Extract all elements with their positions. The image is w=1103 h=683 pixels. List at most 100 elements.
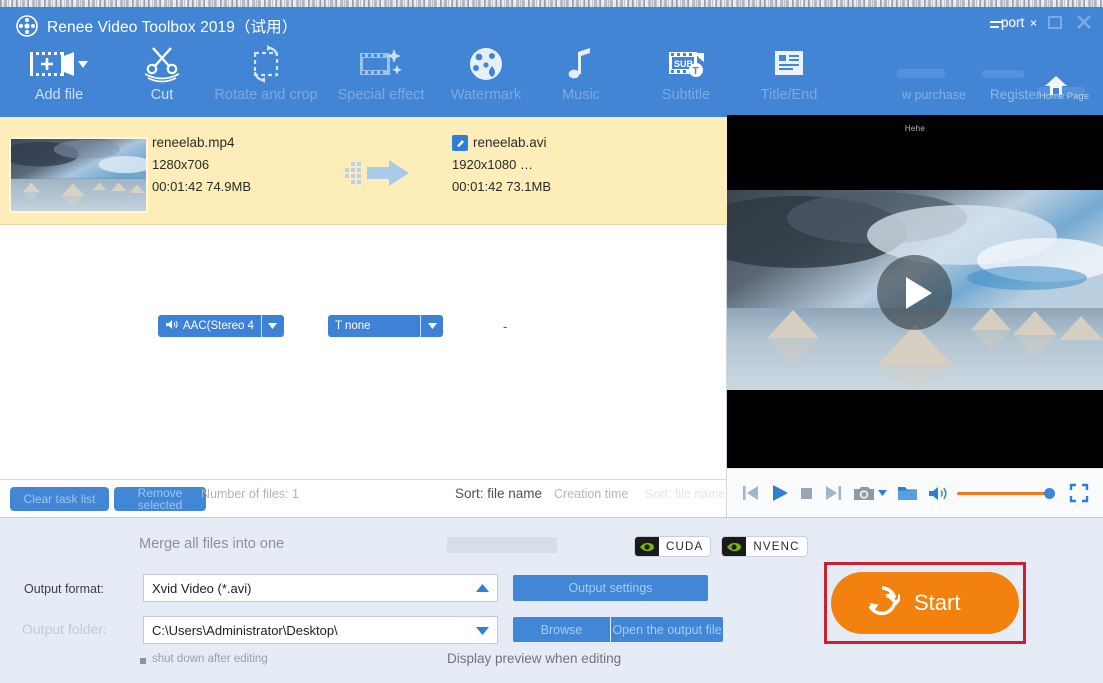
- play-button-overlay[interactable]: [877, 255, 952, 330]
- merge-all-files-label[interactable]: Merge all files into one: [139, 536, 284, 552]
- title-end-icon: [769, 41, 809, 87]
- merge-ghost-block: [447, 537, 557, 553]
- support-label: port: [1001, 15, 1024, 30]
- open-output-file-button[interactable]: Open the output file: [611, 617, 723, 642]
- browse-button[interactable]: Browse: [513, 617, 610, 642]
- toolbar-item-label: Cut: [151, 87, 174, 104]
- output-folder-label: Output folder:: [22, 621, 107, 637]
- camera-icon[interactable]: [853, 484, 887, 502]
- toolbar-item-label: Watermark: [451, 87, 521, 104]
- chevron-up-icon[interactable]: [476, 581, 489, 596]
- nvenc-badge[interactable]: NVENC: [721, 536, 807, 557]
- cuda-label: CUDA: [659, 541, 710, 553]
- source-resolution: 1280x706: [152, 154, 251, 176]
- add-file-icon: [28, 41, 90, 87]
- volume-icon[interactable]: [928, 485, 947, 502]
- purchase-link[interactable]: w purchase: [902, 88, 966, 102]
- remove-selected-button[interactable]: Remove selected: [114, 487, 206, 511]
- stop-icon[interactable]: [799, 484, 814, 502]
- source-file-name: reneelab.mp4: [152, 132, 251, 154]
- output-folder-select[interactable]: C:\Users\Administrator\Desktop\: [143, 616, 498, 644]
- page-title: Renee Video Toolbox 2019（试用）: [47, 15, 297, 37]
- shutdown-after-editing-label[interactable]: shut down after editing: [152, 653, 268, 665]
- cuda-badge[interactable]: CUDA: [634, 536, 711, 557]
- refresh-circle-icon: [864, 584, 900, 623]
- chevron-down-icon[interactable]: [421, 315, 443, 337]
- chevron-down-icon[interactable]: [476, 623, 489, 638]
- output-settings-button[interactable]: Output settings: [513, 575, 708, 601]
- svg-text:T: T: [693, 66, 699, 77]
- play-icon[interactable]: [770, 484, 789, 502]
- skip-next-icon[interactable]: [824, 484, 843, 502]
- minimize-icon[interactable]: [1044, 12, 1066, 32]
- film-reel-icon: [16, 15, 38, 37]
- output-format-select[interactable]: Xvid Video (*.avi): [143, 574, 498, 602]
- edit-pencil-icon[interactable]: [452, 135, 468, 151]
- scissors-icon: [139, 41, 185, 87]
- start-button[interactable]: Start: [831, 572, 1019, 634]
- speaker-icon: [165, 319, 178, 333]
- gpu-acceleration-badges: CUDA NVENC: [634, 536, 808, 557]
- row-extra: -: [503, 319, 507, 334]
- target-resolution: 1920x1080 …: [452, 154, 551, 176]
- output-format-label: Output format:: [24, 582, 104, 596]
- source-duration-size: 00:01:42 74.9MB: [152, 176, 251, 198]
- toolbar-item-music[interactable]: Music: [522, 41, 640, 117]
- volume-track: [957, 492, 1055, 495]
- app-header: Renee Video Toolbox 2019（试用） port ×: [0, 7, 1103, 117]
- toolbar-item-label: Music: [562, 87, 600, 104]
- table-row[interactable]: reneelab.mp4 1280x706 00:01:42 74.9MB: [0, 117, 727, 225]
- watermark-icon: [465, 41, 507, 87]
- output-format-value: Xvid Video (*.avi): [152, 581, 476, 596]
- video-preview[interactable]: Hehe: [727, 115, 1103, 468]
- start-button-label: Start: [914, 590, 960, 616]
- fullscreen-icon[interactable]: [1069, 483, 1089, 503]
- app-window: Renee Video Toolbox 2019（试用） port ×: [0, 0, 1103, 683]
- music-note-icon: [564, 41, 598, 87]
- display-preview-label[interactable]: Display preview when editing: [447, 651, 621, 666]
- skip-previous-icon[interactable]: [741, 484, 760, 502]
- register-link[interactable]: Register: [990, 87, 1040, 102]
- main-toolbar: Add file Cut: [0, 41, 1103, 119]
- subtitle-track-label: T none: [335, 320, 371, 332]
- volume-slider[interactable]: [957, 487, 1055, 499]
- toolbar-item-label: Special effect: [338, 87, 425, 104]
- video-thumbnail: [9, 137, 148, 213]
- close-window-icon[interactable]: [1073, 12, 1095, 32]
- nvenc-label: NVENC: [746, 541, 806, 553]
- clear-task-list-button[interactable]: Clear task list: [10, 487, 109, 511]
- toolbar-item-label: Rotate and crop: [214, 87, 317, 104]
- source-file-info: reneelab.mp4 1280x706 00:01:42 74.9MB: [152, 132, 251, 198]
- rotate-crop-icon: [244, 41, 288, 87]
- support-link[interactable]: port ×: [1001, 15, 1037, 30]
- toolbar-item-label: Subtitle: [662, 87, 710, 104]
- toolbar-item-add-file[interactable]: Add file: [0, 41, 118, 117]
- toolbar-item-special-effect[interactable]: Special effect: [322, 41, 440, 117]
- sort-ghost-label: Sort: file name: [645, 487, 726, 501]
- nvidia-icon: [635, 536, 659, 557]
- ghost-strike-1: [990, 21, 1003, 23]
- shutdown-checkbox[interactable]: [140, 658, 146, 664]
- sort-by-creation-time[interactable]: Creation time: [554, 487, 628, 501]
- title-bar: Renee Video Toolbox 2019（试用）: [16, 15, 297, 37]
- audio-track-dropdown[interactable]: AAC(Stereo 4: [158, 315, 284, 337]
- folder-icon[interactable]: [897, 484, 918, 502]
- subtitle-icon: SUB T: [664, 41, 708, 87]
- ghost-strike-2: [990, 26, 999, 28]
- volume-knob[interactable]: [1044, 488, 1055, 499]
- toolbar-item-title-end[interactable]: Title/End: [730, 41, 848, 117]
- header-corner-links: w purchase Register Home Page: [887, 67, 1097, 117]
- toolbar-item-cut[interactable]: Cut: [103, 41, 221, 117]
- chevron-down-icon[interactable]: [262, 315, 284, 337]
- preview-overlay-text: Hehe: [727, 124, 1103, 133]
- toolbar-item-rotate-and-crop[interactable]: Rotate and crop: [207, 41, 325, 117]
- toolbar-item-label: Add file: [35, 87, 83, 104]
- play-triangle-icon: [906, 277, 932, 309]
- subtitle-track-dropdown[interactable]: T none: [328, 315, 443, 337]
- sort-by-file-name[interactable]: Sort: file name: [455, 486, 542, 501]
- nvidia-icon: [722, 536, 746, 557]
- arrow-right-icon: [345, 159, 411, 194]
- close-icon[interactable]: ×: [1030, 16, 1037, 30]
- target-duration-size: 00:01:42 73.1MB: [452, 176, 551, 198]
- toolbar-item-subtitle[interactable]: SUB T Subtitle: [627, 41, 745, 117]
